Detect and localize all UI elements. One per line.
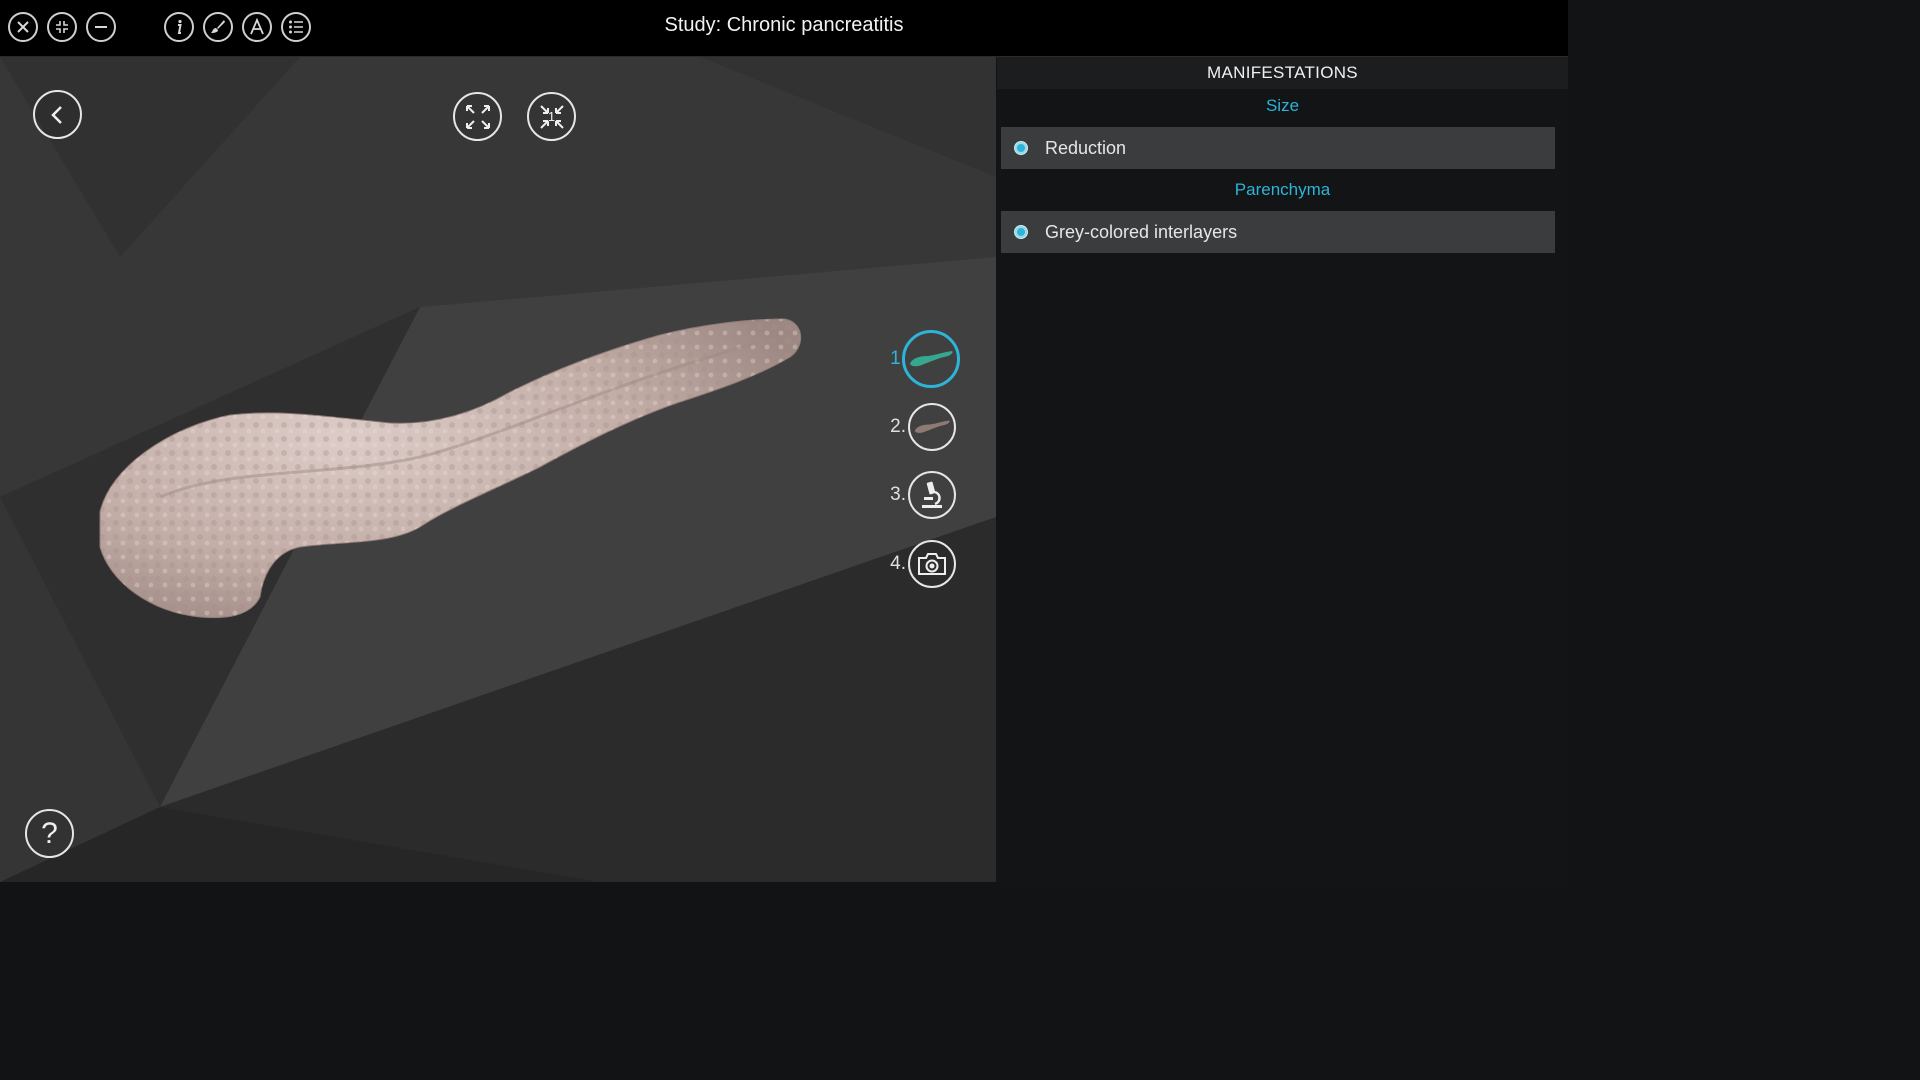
back-arrow-icon [50, 105, 62, 124]
help-button[interactable]: ? [25, 809, 74, 858]
reset-view-button[interactable]: 1 [527, 92, 576, 141]
manifestation-item-reduction[interactable]: Reduction [1001, 127, 1555, 169]
3d-viewport[interactable]: 1 1. 2. 3. 4. ? [0, 57, 996, 882]
step-1[interactable]: 1. [880, 329, 980, 389]
step-button-4[interactable] [908, 540, 956, 588]
manifestation-label: Grey-colored interlayers [1045, 221, 1238, 242]
step-button-2[interactable] [908, 403, 956, 451]
step-2[interactable]: 2. [880, 397, 980, 457]
expand-icon [465, 104, 490, 129]
step-number: 4. [890, 553, 906, 574]
camera-icon [918, 553, 946, 575]
reset-view-label: 1 [547, 109, 556, 124]
radio-indicator [1014, 141, 1028, 155]
top-bar: Study: Chronic pancreatitis [0, 0, 1568, 57]
step-number: 2. [890, 416, 906, 437]
step-button-3[interactable] [908, 471, 956, 519]
panel-header: MANIFESTATIONS [997, 57, 1568, 89]
section-title-size: Size [1265, 96, 1300, 115]
pancreas-icon [914, 420, 950, 433]
section-title-parenchyma: Parenchyma [1234, 180, 1331, 199]
step-4[interactable]: 4. [880, 534, 980, 594]
pancreas-icon [910, 351, 953, 367]
step-button-1[interactable] [902, 330, 960, 388]
step-3[interactable]: 3. [880, 465, 980, 525]
back-button[interactable] [33, 90, 82, 139]
expand-button[interactable] [453, 92, 502, 141]
microscope-icon [922, 481, 942, 508]
manifestation-label: Reduction [1045, 137, 1127, 158]
pancreas-model[interactable] [0, 57, 996, 882]
manifestations-panel: MANIFESTATIONS Size Reduction Parenchyma… [997, 57, 1568, 882]
help-icon: ? [41, 816, 58, 850]
manifestation-item-grey-interlayers[interactable]: Grey-colored interlayers [1001, 211, 1555, 253]
radio-indicator [1014, 225, 1028, 239]
window-title: Study: Chronic pancreatitis [664, 14, 904, 36]
step-number: 3. [890, 484, 906, 505]
